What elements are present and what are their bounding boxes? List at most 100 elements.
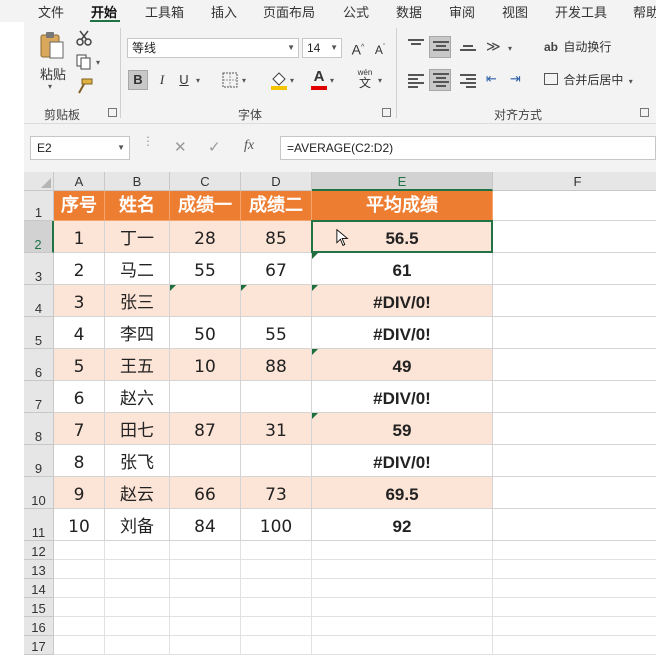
cell-f7[interactable]: [493, 381, 656, 413]
empty-cell[interactable]: [493, 598, 656, 617]
cell-f6[interactable]: [493, 349, 656, 381]
font-name-select[interactable]: 等线 ▼: [127, 38, 299, 58]
row-header-10[interactable]: 10: [24, 477, 54, 509]
cell-d6[interactable]: 88: [241, 349, 312, 381]
bold-button[interactable]: B: [128, 70, 148, 90]
cell-b2[interactable]: 丁一: [105, 221, 170, 253]
row-header-9[interactable]: 9: [24, 445, 54, 477]
row-header-4[interactable]: 4: [24, 285, 54, 317]
shrink-font-button[interactable]: Aˇ: [370, 38, 390, 58]
font-color-icon[interactable]: A: [310, 68, 328, 90]
empty-cell[interactable]: [105, 636, 170, 655]
cell-e9[interactable]: #DIV/0!: [312, 445, 493, 477]
cell-f1[interactable]: [493, 191, 656, 221]
empty-cell[interactable]: [54, 598, 105, 617]
cell-a11[interactable]: 10: [54, 509, 105, 541]
cut-icon[interactable]: [76, 30, 92, 49]
tab-toolbox[interactable]: 工具箱: [145, 2, 184, 21]
tab-help[interactable]: 帮助: [633, 2, 656, 21]
empty-cell[interactable]: [170, 617, 241, 636]
empty-cell[interactable]: [241, 598, 312, 617]
orientation-dropdown-arrow[interactable]: ▾: [508, 44, 512, 53]
empty-cell[interactable]: [312, 579, 493, 598]
cell-b4[interactable]: 张三: [105, 285, 170, 317]
cell-e8[interactable]: 59: [312, 413, 493, 445]
tab-data[interactable]: 数据: [396, 2, 422, 21]
select-all-button[interactable]: [24, 172, 54, 191]
empty-cell[interactable]: [312, 560, 493, 579]
tab-insert[interactable]: 插入: [211, 2, 237, 21]
cell-e3[interactable]: 61: [312, 253, 493, 285]
column-header-c[interactable]: C: [170, 172, 241, 191]
cell-f5[interactable]: [493, 317, 656, 349]
empty-cell[interactable]: [312, 636, 493, 655]
font-color-dropdown-arrow[interactable]: ▾: [330, 76, 334, 85]
tab-home[interactable]: 开始: [91, 2, 117, 21]
decrease-indent-icon[interactable]: ⇤: [486, 71, 497, 87]
cancel-icon[interactable]: ✕: [174, 138, 187, 156]
row-header-5[interactable]: 5: [24, 317, 54, 349]
cell-d11[interactable]: 100: [241, 509, 312, 541]
empty-cell[interactable]: [105, 560, 170, 579]
phonetic-guide-icon[interactable]: wén 文: [354, 68, 376, 90]
cell-e5[interactable]: #DIV/0!: [312, 317, 493, 349]
empty-cell[interactable]: [241, 579, 312, 598]
row-header-12[interactable]: 12: [24, 541, 54, 560]
cell-e4[interactable]: #DIV/0!: [312, 285, 493, 317]
header-cell-c[interactable]: 成绩一: [170, 191, 241, 221]
header-cell-b[interactable]: 姓名: [105, 191, 170, 221]
tab-review[interactable]: 审阅: [449, 2, 475, 21]
cell-c2[interactable]: 28: [170, 221, 241, 253]
cell-a2[interactable]: 1: [54, 221, 105, 253]
align-center-button[interactable]: [429, 69, 451, 91]
tab-formulas[interactable]: 公式: [343, 2, 369, 21]
tab-developer[interactable]: 开发工具: [555, 2, 607, 21]
cell-b5[interactable]: 李四: [105, 317, 170, 349]
row-header-14[interactable]: 14: [24, 579, 54, 598]
column-header-d[interactable]: D: [241, 172, 312, 191]
cell-b7[interactable]: 赵六: [105, 381, 170, 413]
align-right-icon[interactable]: [460, 74, 476, 88]
cell-a9[interactable]: 8: [54, 445, 105, 477]
cell-d2[interactable]: 85: [241, 221, 312, 253]
merge-center-button[interactable]: 合并后居中 ▾: [544, 71, 633, 88]
enter-icon[interactable]: ✓: [208, 138, 221, 156]
cell-c7[interactable]: [170, 381, 241, 413]
cell-a6[interactable]: 5: [54, 349, 105, 381]
cell-a4[interactable]: 3: [54, 285, 105, 317]
grow-font-button[interactable]: A^: [348, 38, 368, 58]
cell-e6[interactable]: 49: [312, 349, 493, 381]
header-cell-d[interactable]: 成绩二: [241, 191, 312, 221]
empty-cell[interactable]: [312, 541, 493, 560]
cell-f11[interactable]: [493, 509, 656, 541]
cell-a8[interactable]: 7: [54, 413, 105, 445]
cell-f9[interactable]: [493, 445, 656, 477]
empty-cell[interactable]: [493, 541, 656, 560]
underline-dropdown-arrow[interactable]: ▾: [196, 76, 200, 85]
empty-cell[interactable]: [493, 579, 656, 598]
cell-f4[interactable]: [493, 285, 656, 317]
align-top-icon[interactable]: [408, 39, 424, 53]
row-header-6[interactable]: 6: [24, 349, 54, 381]
empty-cell[interactable]: [493, 636, 656, 655]
empty-cell[interactable]: [493, 560, 656, 579]
fill-color-icon[interactable]: [270, 70, 288, 93]
cell-b9[interactable]: 张飞: [105, 445, 170, 477]
row-header-8[interactable]: 8: [24, 413, 54, 445]
cell-d10[interactable]: 73: [241, 477, 312, 509]
cell-b6[interactable]: 王五: [105, 349, 170, 381]
empty-cell[interactable]: [105, 598, 170, 617]
empty-cell[interactable]: [105, 541, 170, 560]
wrap-text-button[interactable]: ab 自动换行: [544, 38, 611, 55]
column-header-f[interactable]: F: [493, 172, 656, 191]
cell-a3[interactable]: 2: [54, 253, 105, 285]
cell-c10[interactable]: 66: [170, 477, 241, 509]
paste-icon[interactable]: [38, 30, 66, 60]
cell-d9[interactable]: [241, 445, 312, 477]
cell-d5[interactable]: 55: [241, 317, 312, 349]
row-header-3[interactable]: 3: [24, 253, 54, 285]
cell-d7[interactable]: [241, 381, 312, 413]
row-header-16[interactable]: 16: [24, 617, 54, 636]
column-header-a[interactable]: A: [54, 172, 105, 191]
cell-b10[interactable]: 赵云: [105, 477, 170, 509]
